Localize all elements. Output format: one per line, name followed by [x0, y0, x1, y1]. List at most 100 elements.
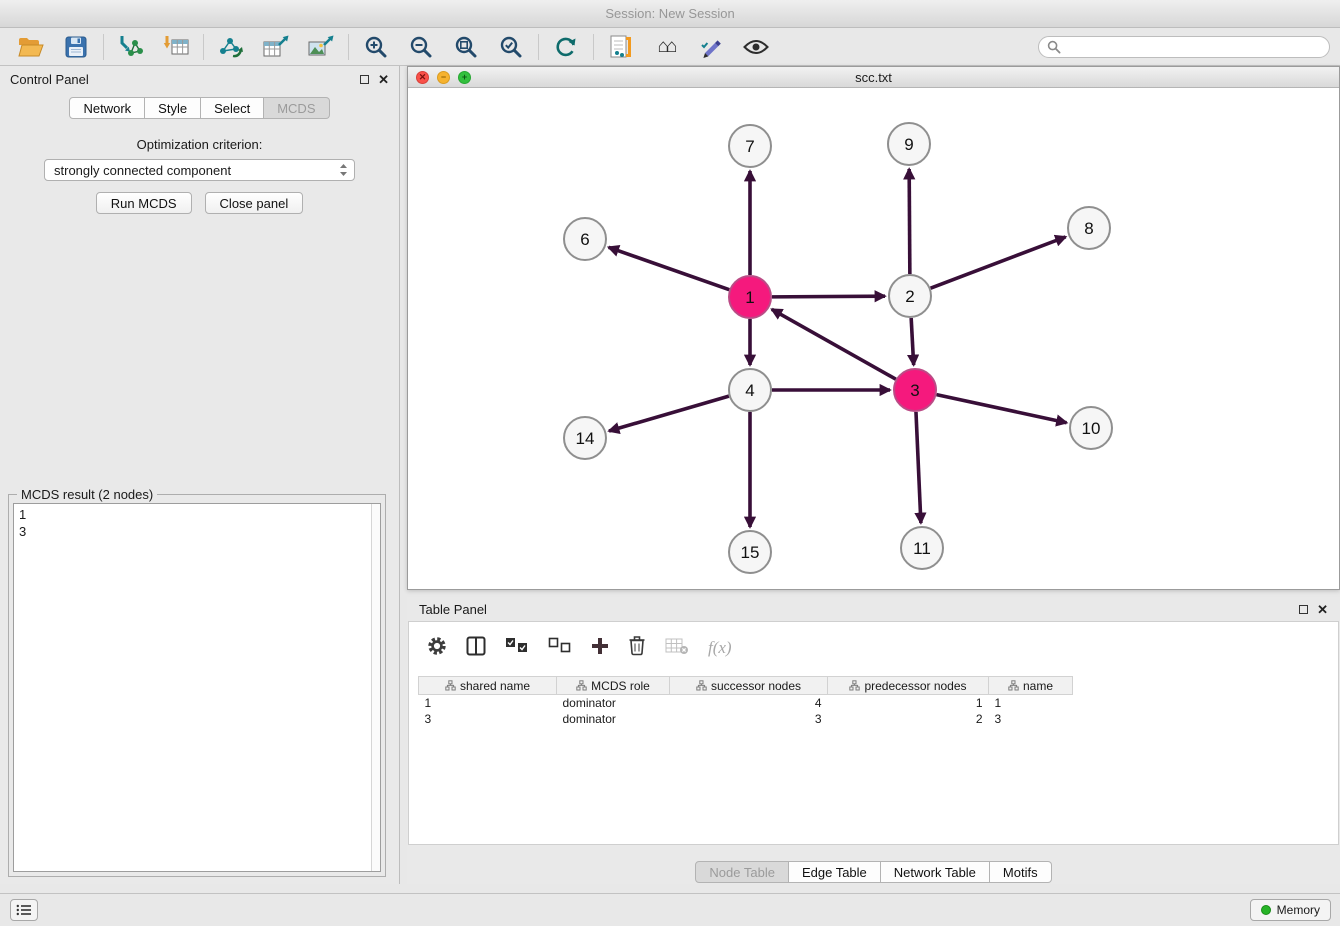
criterion-select[interactable]: strongly connected component [44, 159, 355, 181]
task-history-button[interactable] [10, 899, 38, 921]
column-header-predecessor-nodes[interactable]: predecessor nodes [828, 677, 989, 695]
import-network-button[interactable] [110, 32, 152, 62]
memory-button[interactable]: Memory [1250, 899, 1331, 921]
eye-icon [743, 38, 769, 56]
tab-network[interactable]: Network [69, 97, 145, 119]
export-network-button[interactable] [210, 32, 252, 62]
node-label-6: 6 [580, 230, 589, 249]
table-row[interactable]: 1dominator411 [419, 695, 1330, 711]
save-session-button[interactable] [55, 32, 97, 62]
sort-icon [696, 680, 707, 691]
select-all-button[interactable] [505, 637, 529, 659]
plus-icon [591, 637, 609, 655]
open-session-button[interactable] [10, 32, 52, 62]
close-panel-icon[interactable]: ✕ [378, 73, 389, 86]
control-panel: Control Panel ✕ NetworkStyleSelectMCDS O… [0, 66, 400, 884]
edge-2-9[interactable] [909, 169, 910, 274]
run-mcds-button[interactable]: Run MCDS [96, 192, 192, 214]
column-header-shared-name[interactable]: shared name [419, 677, 557, 695]
table-cell[interactable]: 1 [419, 695, 557, 711]
table-tab-node-table[interactable]: Node Table [695, 861, 789, 883]
table-cell[interactable]: 3 [419, 711, 557, 727]
column-header-name[interactable]: name [989, 677, 1073, 695]
edge-2-8[interactable] [931, 237, 1066, 288]
node-label-2: 2 [905, 287, 914, 306]
float-panel-icon[interactable] [360, 75, 369, 84]
network-canvas[interactable]: 7968124314101511 [408, 88, 1339, 589]
mcds-buttons-row: Run MCDS Close panel [0, 192, 399, 214]
table-row[interactable]: 3dominator323 [419, 711, 1330, 727]
refresh-button[interactable] [545, 32, 587, 62]
sort-icon [849, 680, 860, 691]
column-header-label: MCDS role [591, 679, 650, 693]
table-cell[interactable]: 2 [828, 711, 989, 727]
delete-table-button[interactable] [665, 637, 689, 660]
table-tab-motifs[interactable]: Motifs [990, 861, 1052, 883]
column-header-MCDS-role[interactable]: MCDS role [557, 677, 670, 695]
home-button[interactable]: ⌂⌂ [645, 32, 687, 62]
trash-icon [628, 635, 646, 656]
first-neighbors-button[interactable] [600, 32, 642, 62]
table-cell[interactable]: 3 [989, 711, 1073, 727]
edge-1-6[interactable] [609, 247, 730, 289]
tab-mcds[interactable]: MCDS [264, 97, 329, 119]
table-cell-filler [1073, 695, 1330, 711]
title-bar: Session: New Session [0, 0, 1340, 28]
minimize-window-button[interactable]: − [437, 71, 450, 84]
result-scrollbar[interactable] [371, 504, 380, 871]
delete-column-button[interactable] [628, 635, 646, 661]
table-cell[interactable]: dominator [557, 695, 670, 711]
tab-select[interactable]: Select [201, 97, 264, 119]
node-label-10: 10 [1082, 419, 1101, 438]
tab-style[interactable]: Style [145, 97, 201, 119]
table-cell[interactable]: 4 [670, 695, 828, 711]
edge-3-11[interactable] [916, 412, 921, 523]
edge-3-10[interactable] [937, 395, 1067, 423]
control-panel-tabs: NetworkStyleSelectMCDS [0, 97, 399, 119]
zoom-fit-button[interactable] [445, 32, 487, 62]
close-window-button[interactable]: ✕ [416, 71, 429, 84]
export-table-button[interactable] [255, 32, 297, 62]
network-window-titlebar[interactable]: ✕ − + scc.txt [408, 67, 1339, 88]
deselect-all-button[interactable] [548, 637, 572, 659]
function-builder-button[interactable]: f(x) [708, 638, 732, 658]
style-brush-button[interactable] [690, 32, 732, 62]
edge-4-14[interactable] [609, 396, 729, 431]
edge-2-3[interactable] [911, 318, 914, 365]
table-tab-network-table[interactable]: Network Table [881, 861, 990, 883]
column-header-successor-nodes[interactable]: successor nodes [670, 677, 828, 695]
column-header-label: predecessor nodes [864, 679, 966, 693]
float-table-panel-icon[interactable] [1299, 605, 1308, 614]
column-header-label: name [1023, 679, 1053, 693]
columns-icon [466, 636, 486, 656]
node-label-1: 1 [745, 288, 754, 307]
search-input[interactable] [1066, 40, 1321, 54]
zoom-selected-button[interactable] [490, 32, 532, 62]
delete-table-icon [665, 637, 689, 655]
zoom-in-button[interactable] [355, 32, 397, 62]
export-network-icon [218, 35, 244, 59]
table-cell[interactable]: 1 [828, 695, 989, 711]
gear-icon [427, 636, 447, 656]
table-cell[interactable]: 1 [989, 695, 1073, 711]
column-selector-button[interactable] [466, 636, 486, 661]
status-bar: Memory [0, 893, 1340, 926]
import-table-button[interactable] [155, 32, 197, 62]
zoom-window-button[interactable]: + [458, 71, 471, 84]
table-tab-edge-table[interactable]: Edge Table [789, 861, 881, 883]
show-hide-button[interactable] [735, 32, 777, 62]
table-cell[interactable]: dominator [557, 711, 670, 727]
table-cell[interactable]: 3 [670, 711, 828, 727]
export-image-button[interactable] [300, 32, 342, 62]
search-box[interactable] [1038, 36, 1330, 58]
edge-3-1[interactable] [772, 309, 896, 379]
edge-1-2[interactable] [772, 296, 885, 297]
close-panel-button[interactable]: Close panel [205, 192, 304, 214]
zoom-out-button[interactable] [400, 32, 442, 62]
table-settings-button[interactable] [427, 636, 447, 661]
close-table-panel-icon[interactable]: ✕ [1317, 603, 1328, 616]
mcds-result-area[interactable]: 13 [13, 503, 381, 872]
unchecked-boxes-icon [548, 637, 572, 654]
home-icon: ⌂⌂ [658, 37, 675, 56]
add-column-button[interactable] [591, 637, 609, 660]
